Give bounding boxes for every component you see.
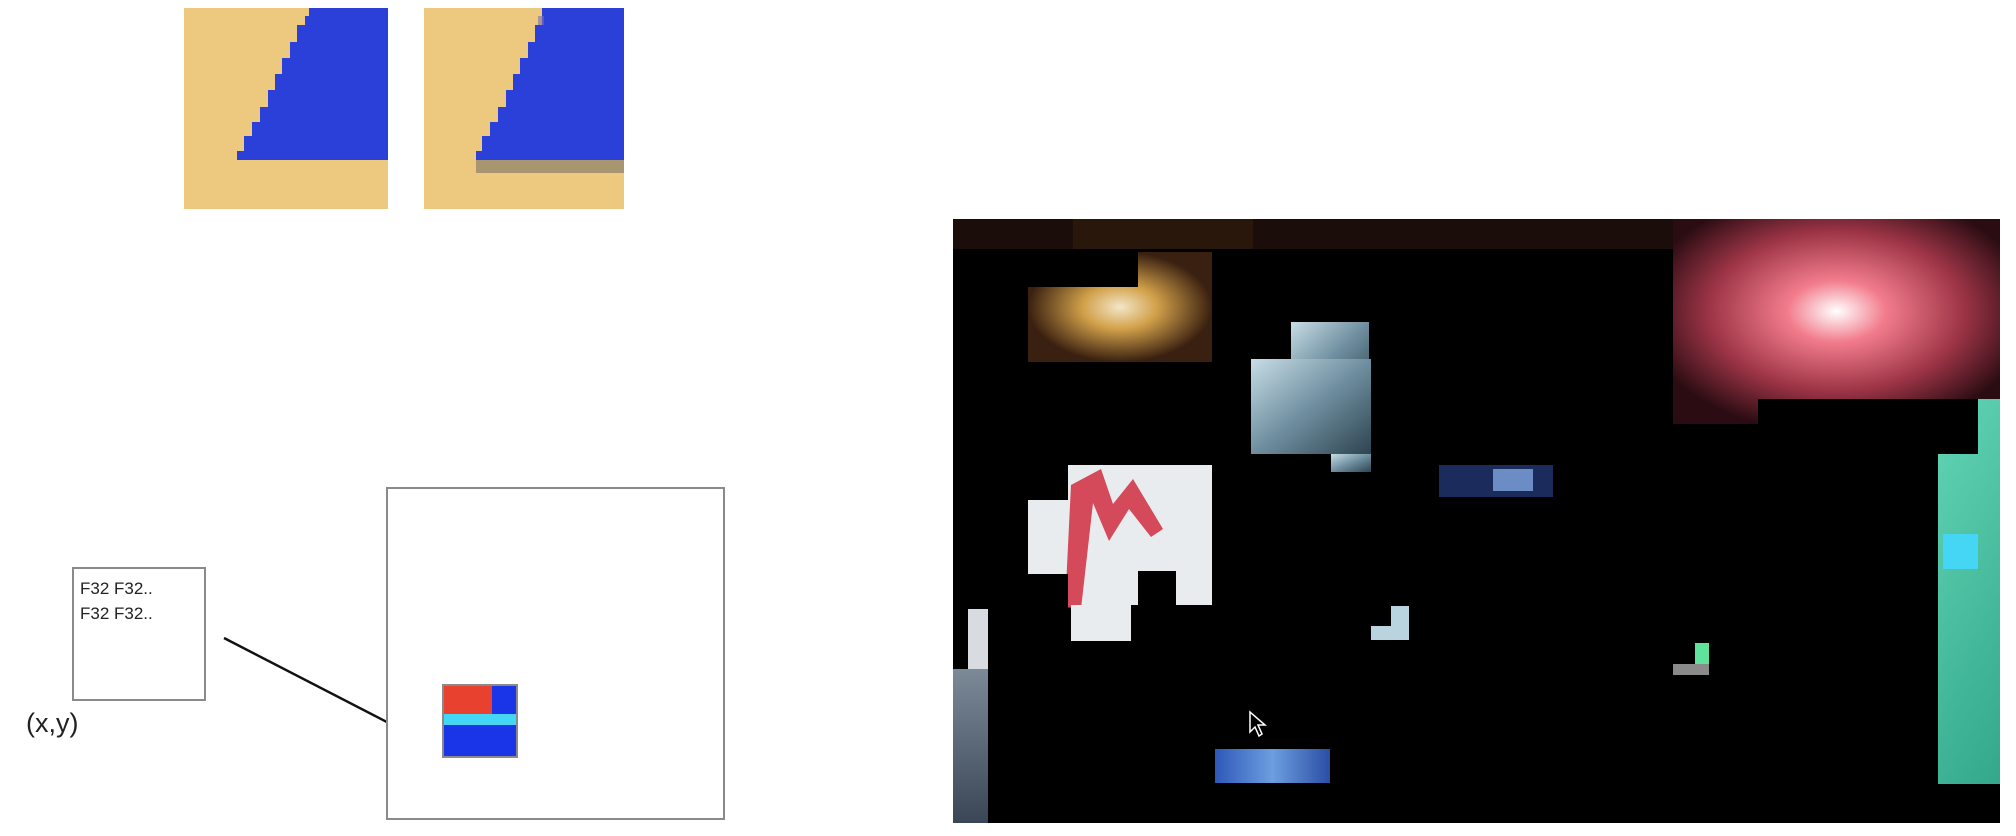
texel-cell-cyan [444, 714, 516, 725]
rendered-scene [953, 219, 2000, 823]
texel-cell [442, 684, 518, 758]
texel-cell-red [444, 686, 492, 714]
mouse-pointer-icon [1249, 710, 1268, 738]
texture-frame [386, 487, 725, 820]
